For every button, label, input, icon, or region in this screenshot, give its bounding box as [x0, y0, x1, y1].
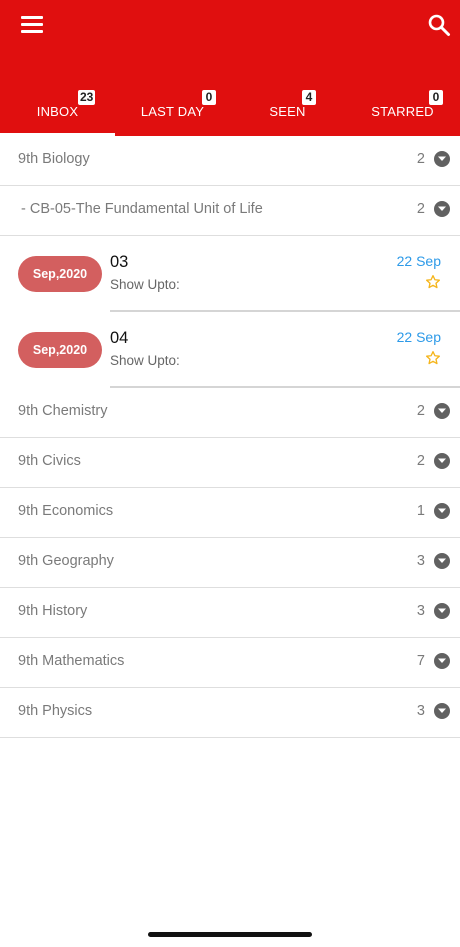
app-bar: INBOX 23 LAST DAY 0 SEEN 4 STARRED 0	[0, 0, 460, 136]
subject-count: 2	[416, 151, 425, 167]
home-indicator[interactable]	[148, 932, 312, 937]
subject-count: 2	[416, 403, 425, 419]
chapter-title: - CB-05-The Fundamental Unit of Life	[21, 201, 263, 217]
tab-inbox-badge: 23	[78, 90, 96, 105]
star-icon[interactable]	[425, 350, 441, 366]
subject-count: 1	[416, 503, 425, 519]
chevron-down-circle-icon[interactable]	[434, 403, 450, 419]
tab-starred-badge: 0	[429, 90, 443, 105]
subject-row-chemistry[interactable]: 9th Chemistry 2	[0, 388, 460, 438]
star-icon[interactable]	[425, 274, 441, 290]
message-date: 22 Sep	[396, 253, 441, 269]
hamburger-menu-icon[interactable]	[21, 16, 43, 34]
subject-title: 9th History	[18, 603, 88, 619]
tab-inbox[interactable]: INBOX 23	[0, 84, 115, 136]
message-subtitle: Show Upto:	[110, 353, 180, 368]
subject-row-economics[interactable]: 9th Economics 1	[0, 488, 460, 538]
subject-title: 9th Geography	[18, 553, 114, 569]
month-badge: Sep,2020	[18, 256, 102, 292]
subject-title: 9th Physics	[18, 703, 93, 719]
tab-seen-badge: 4	[302, 90, 316, 105]
chevron-down-circle-icon[interactable]	[434, 703, 450, 719]
message-item[interactable]: Sep,2020 03 Show Upto: 22 Sep	[0, 236, 460, 312]
chapter-count: 2	[416, 201, 425, 217]
subject-title: 9th Civics	[18, 453, 81, 469]
message-title: 04	[110, 329, 129, 347]
tab-bar: INBOX 23 LAST DAY 0 SEEN 4 STARRED 0	[0, 84, 460, 136]
message-item[interactable]: Sep,2020 04 Show Upto: 22 Sep	[0, 312, 460, 388]
subject-count: 3	[416, 703, 425, 719]
chapter-row[interactable]: - CB-05-The Fundamental Unit of Life 2	[0, 186, 460, 236]
subject-row-biology[interactable]: 9th Biology 2	[0, 136, 460, 186]
month-badge: Sep,2020	[18, 332, 102, 368]
chevron-down-circle-icon[interactable]	[434, 453, 450, 469]
tab-inbox-label: INBOX	[36, 104, 79, 119]
subject-row-civics[interactable]: 9th Civics 2	[0, 438, 460, 488]
tab-starred[interactable]: STARRED 0	[345, 84, 460, 136]
chevron-down-circle-icon[interactable]	[434, 503, 450, 519]
tab-starred-label: STARRED	[371, 104, 434, 119]
subject-title: 9th Biology	[18, 151, 90, 167]
subject-count: 3	[416, 553, 425, 569]
chevron-down-circle-icon[interactable]	[434, 603, 450, 619]
subject-title: 9th Economics	[18, 503, 114, 519]
message-date: 22 Sep	[396, 329, 441, 345]
subject-row-geography[interactable]: 9th Geography 3	[0, 538, 460, 588]
chevron-down-circle-icon[interactable]	[434, 151, 450, 167]
message-title: 03	[110, 253, 129, 271]
tab-last-day-label: LAST DAY	[140, 104, 205, 119]
search-icon[interactable]	[427, 13, 451, 37]
tab-last-day-badge: 0	[202, 90, 216, 105]
chevron-down-circle-icon[interactable]	[434, 653, 450, 669]
message-subtitle: Show Upto:	[110, 277, 180, 292]
chevron-down-circle-icon[interactable]	[434, 553, 450, 569]
subject-list: 9th Biology 2 - CB-05-The Fundamental Un…	[0, 136, 460, 738]
subject-title: 9th Chemistry	[18, 403, 108, 419]
subject-count: 3	[416, 603, 425, 619]
subject-title: 9th Mathematics	[18, 653, 125, 669]
subject-row-mathematics[interactable]: 9th Mathematics 7	[0, 638, 460, 688]
tab-seen[interactable]: SEEN 4	[230, 84, 345, 136]
subject-row-physics[interactable]: 9th Physics 3	[0, 688, 460, 738]
subject-count: 2	[416, 453, 425, 469]
subject-row-history[interactable]: 9th History 3	[0, 588, 460, 638]
tab-last-day[interactable]: LAST DAY 0	[115, 84, 230, 136]
subject-count: 7	[416, 653, 425, 669]
chevron-down-circle-icon[interactable]	[434, 201, 450, 217]
tab-seen-label: SEEN	[269, 104, 306, 119]
